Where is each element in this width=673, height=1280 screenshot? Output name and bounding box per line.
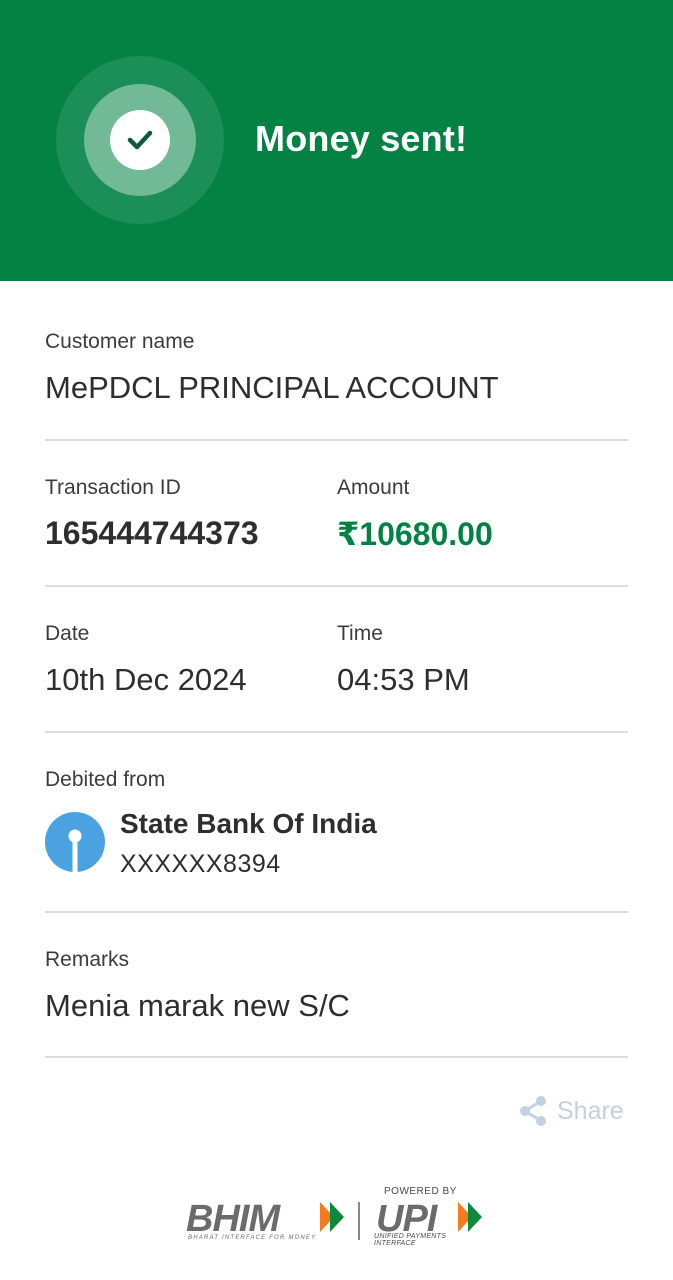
amount-value: ₹10680.00: [337, 516, 493, 552]
amount-label: Amount: [337, 476, 410, 499]
share-label: Share: [557, 1096, 624, 1125]
date-value: 10th Dec 2024: [45, 662, 247, 697]
bhim-arrow-icon: [320, 1202, 344, 1232]
debited-from-label: Debited from: [45, 768, 166, 791]
success-header: Money sent!: [0, 0, 673, 281]
bank-name: State Bank Of India: [120, 808, 377, 839]
page-title: Money sent!: [255, 118, 468, 159]
bank-account-number: XXXXXX8394: [120, 850, 281, 878]
check-icon: [110, 110, 170, 170]
remarks-label: Remarks: [45, 948, 130, 971]
transaction-id-label: Transaction ID: [45, 476, 181, 499]
divider: [45, 1056, 628, 1058]
transaction-id-value: 165444744373: [45, 515, 259, 551]
upi-arrow-icon: [458, 1202, 482, 1232]
time-label: Time: [337, 622, 383, 645]
remarks-value: Menia marak new S/C: [45, 988, 350, 1023]
divider: [45, 731, 628, 733]
bhim-tagline: BHARAT INTERFACE FOR MONEY: [188, 1235, 317, 1241]
success-badge: [56, 56, 224, 224]
divider: [45, 585, 628, 587]
powered-by-label: POWERED BY: [384, 1186, 457, 1197]
brand-separator: [358, 1202, 360, 1240]
customer-name-value: MePDCL PRINCIPAL ACCOUNT: [45, 370, 499, 405]
divider: [45, 911, 628, 913]
share-button[interactable]: Share: [517, 1094, 624, 1128]
footer-branding: BHIM BHARAT INTERFACE FOR MONEY POWERED …: [186, 1184, 486, 1247]
sbi-logo-icon: [45, 812, 105, 872]
customer-name-label: Customer name: [45, 330, 195, 353]
divider: [45, 439, 628, 441]
upi-tagline: UNIFIED PAYMENTS INTERFACE: [374, 1233, 447, 1247]
time-value: 04:53 PM: [337, 662, 470, 697]
share-icon: [517, 1095, 549, 1127]
date-label: Date: [45, 622, 90, 645]
